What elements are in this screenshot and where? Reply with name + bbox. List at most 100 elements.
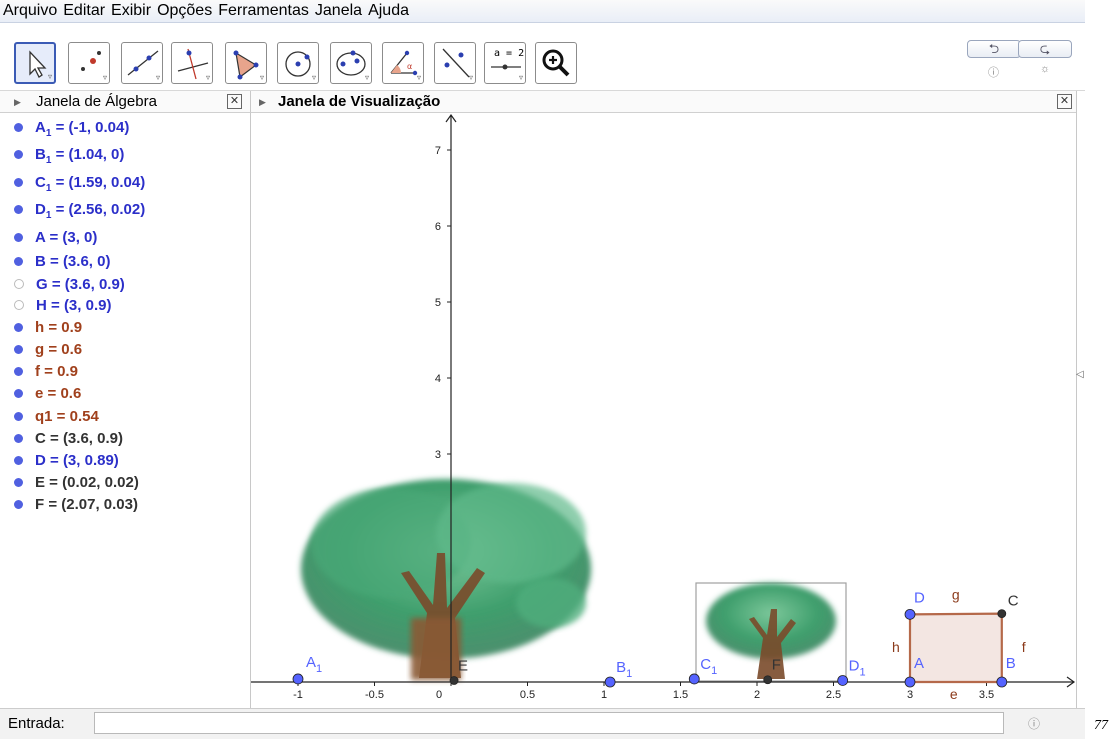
object-value: = (3, 0) xyxy=(45,229,98,246)
point-label-subscript: 1 xyxy=(316,663,322,675)
visibility-dot-icon[interactable] xyxy=(14,177,23,187)
y-tick-label: 4 xyxy=(435,373,441,385)
visibility-dot-icon[interactable] xyxy=(14,388,23,398)
algebra-item[interactable]: A1 = (-1, 0.04) xyxy=(14,117,129,139)
reflect-tool-button[interactable]: ▿ xyxy=(434,42,476,84)
algebra-item[interactable]: D1 = (2.56, 0.02) xyxy=(14,199,145,221)
visibility-dot-icon[interactable] xyxy=(14,366,23,376)
object-value: = (-1, 0.04) xyxy=(51,119,130,136)
visibility-dot-icon[interactable] xyxy=(14,433,23,443)
algebra-item[interactable]: A = (3, 0) xyxy=(14,227,97,249)
help-icon[interactable]: ⓘ xyxy=(988,64,999,80)
menu-janela[interactable]: Janela xyxy=(312,0,365,22)
line-tool-button[interactable]: ▿ xyxy=(121,42,163,84)
circle-tool-button[interactable]: ▿ xyxy=(277,42,319,84)
algebra-item[interactable]: h = 0.9 xyxy=(14,317,82,339)
menu-editar[interactable]: Editar xyxy=(60,0,108,22)
graphics-view[interactable]: -1 -0.5 0 0.5 1 1.5 2 2.5 3 3.5 3 4 5 6 7 efgh A1 B1 C1 D… xyxy=(251,113,1076,708)
input-help-icon[interactable]: ⓘ xyxy=(1028,715,1040,732)
visibility-dot-icon[interactable] xyxy=(14,122,23,132)
menu-opções[interactable]: Opções xyxy=(154,0,215,22)
point-C[interactable] xyxy=(997,609,1007,619)
close-graphics-icon[interactable]: ✕ xyxy=(1057,94,1072,109)
point-label-name: D xyxy=(914,589,925,606)
point-tool-button[interactable]: ▿ xyxy=(68,42,110,84)
hidden-dot-icon[interactable] xyxy=(14,279,24,290)
visibility-dot-icon[interactable] xyxy=(14,149,23,159)
point-D1[interactable] xyxy=(837,675,849,686)
algebra-item[interactable]: g = 0.6 xyxy=(14,339,82,361)
visibility-dot-icon[interactable] xyxy=(14,256,23,266)
zoom-in-icon xyxy=(542,49,570,77)
point-B[interactable] xyxy=(996,676,1008,688)
y-tick-label: 6 xyxy=(435,221,441,233)
angle-tool-button[interactable]: α ▿ xyxy=(382,42,424,84)
gear-icon[interactable]: ☼ xyxy=(1040,63,1050,75)
object-value: = 0.54 xyxy=(52,408,99,425)
undo-button[interactable]: ⮌ xyxy=(967,40,1021,58)
object-name: D xyxy=(35,201,46,218)
polygon-tool-button[interactable]: ▿ xyxy=(225,42,267,84)
object-name: F xyxy=(35,496,45,513)
object-name: A xyxy=(35,119,46,136)
algebra-item[interactable]: E = (0.02, 0.02) xyxy=(14,472,139,494)
menu-ferramentas[interactable]: Ferramentas xyxy=(215,0,312,22)
algebra-item[interactable]: F = (2.07, 0.03) xyxy=(14,494,138,516)
point-label-name: F xyxy=(772,657,781,674)
visibility-dot-icon[interactable] xyxy=(14,477,23,487)
point-D[interactable] xyxy=(904,608,916,620)
visibility-dot-icon[interactable] xyxy=(14,499,23,509)
algebra-item[interactable]: C = (3.6, 0.9) xyxy=(14,428,123,450)
visibility-dot-icon[interactable] xyxy=(14,232,23,242)
move-tool-button[interactable]: ▿ xyxy=(14,42,56,84)
algebra-item[interactable]: B1 = (1.04, 0) xyxy=(14,144,124,166)
algebra-item[interactable]: D = (3, 0.89) xyxy=(14,450,119,472)
visibility-dot-icon[interactable] xyxy=(14,455,23,465)
visibility-dot-icon[interactable] xyxy=(14,411,23,421)
point-label-subscript: 1 xyxy=(860,666,866,678)
y-tick-label: 3 xyxy=(435,449,441,461)
algebra-item[interactable]: q1 = 0.54 xyxy=(14,406,99,428)
redo-button[interactable]: ⮎ xyxy=(1018,40,1072,58)
graphics-title: Janela de Visualização xyxy=(278,93,441,110)
visibility-dot-icon[interactable] xyxy=(14,344,23,354)
point-B1[interactable] xyxy=(604,676,616,688)
algebra-item[interactable]: B = (3.6, 0) xyxy=(14,251,110,273)
point-C1[interactable] xyxy=(688,673,700,685)
point-E[interactable] xyxy=(449,676,459,685)
side-panel-toggle[interactable]: ◁ xyxy=(1076,91,1086,708)
algebra-header: ▶ Janela de Álgebra ✕ xyxy=(0,91,251,113)
object-name: h xyxy=(35,319,45,336)
algebra-item[interactable]: e = 0.6 xyxy=(14,383,81,405)
command-input[interactable] xyxy=(94,712,1004,734)
redo-icon: ⮎ xyxy=(1039,41,1051,56)
object-value: = (2.56, 0.02) xyxy=(51,201,146,218)
point-label-subscript: 1 xyxy=(626,668,632,680)
conic-tool-button[interactable]: ▿ xyxy=(330,42,372,84)
close-algebra-icon[interactable]: ✕ xyxy=(227,94,242,109)
collapse-arrow-icon[interactable]: ▶ xyxy=(259,91,266,113)
menu-exibir[interactable]: Exibir xyxy=(108,0,154,22)
algebra-item[interactable]: C1 = (1.59, 0.04) xyxy=(14,172,145,194)
collapse-arrow-icon[interactable]: ▶ xyxy=(14,91,21,113)
point-label-name: C xyxy=(1008,593,1019,610)
expand-arrow-icon[interactable]: ◁ xyxy=(1076,369,1084,380)
segment-label-f: f xyxy=(1022,639,1026,655)
zoom-tool-button[interactable] xyxy=(535,42,577,84)
point-A1[interactable] xyxy=(292,673,304,685)
visibility-dot-icon[interactable] xyxy=(14,204,23,214)
menu-ajuda[interactable]: Ajuda xyxy=(365,0,412,22)
algebra-item[interactable]: G = (3.6, 0.9) xyxy=(14,274,125,296)
point-A[interactable] xyxy=(904,676,916,688)
point-label-A: A xyxy=(914,655,924,672)
perpendicular-tool-button[interactable]: ▿ xyxy=(171,42,213,84)
algebra-item[interactable]: f = 0.9 xyxy=(14,361,78,383)
menu-arquivo[interactable]: Arquivo xyxy=(0,0,60,22)
point-F[interactable] xyxy=(763,675,773,685)
visibility-dot-icon[interactable] xyxy=(14,322,23,332)
algebra-item[interactable]: H = (3, 0.9) xyxy=(14,295,111,317)
slider-tool-button[interactable]: a = 2 ▿ xyxy=(484,42,526,84)
object-name: A xyxy=(35,229,46,246)
hidden-dot-icon[interactable] xyxy=(14,300,24,311)
object-name: q1 xyxy=(35,408,53,425)
